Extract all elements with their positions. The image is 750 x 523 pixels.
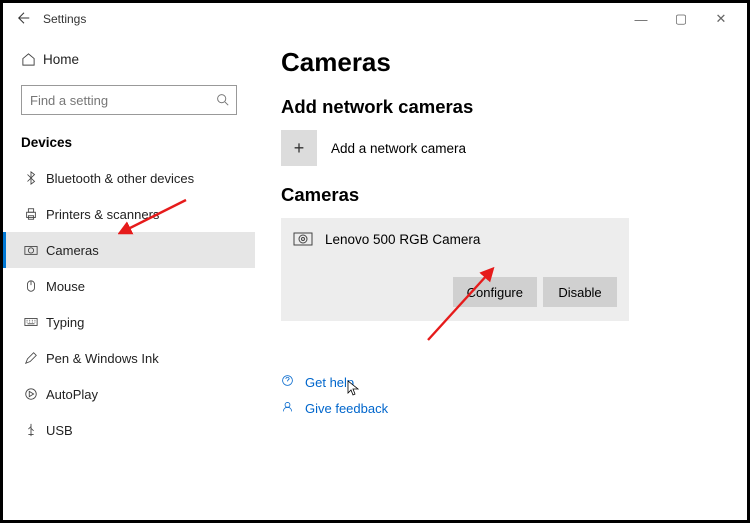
pen-icon (24, 351, 46, 365)
sidebar-item-label: USB (46, 423, 73, 438)
sidebar-item-typing[interactable]: Typing (3, 304, 255, 340)
printer-icon (24, 207, 46, 221)
add-network-camera[interactable]: + Add a network camera (281, 130, 747, 166)
close-button[interactable]: ✕ (701, 11, 741, 27)
sidebar-item-usb[interactable]: USB (3, 412, 255, 448)
window-title: Settings (43, 12, 621, 26)
sidebar-item-bluetooth[interactable]: Bluetooth & other devices (3, 160, 255, 196)
sidebar-item-mouse[interactable]: Mouse (3, 268, 255, 304)
add-cameras-heading: Add network cameras (281, 96, 747, 118)
back-button[interactable] (9, 11, 39, 28)
titlebar: Settings — ▢ ✕ (3, 3, 747, 35)
sidebar-item-label: Printers & scanners (46, 207, 159, 222)
mouse-icon (24, 279, 46, 293)
sidebar-home[interactable]: Home (3, 41, 255, 77)
help-icon (281, 374, 295, 390)
search-icon (216, 93, 229, 111)
maximize-button[interactable]: ▢ (661, 11, 701, 27)
search-input[interactable] (21, 85, 237, 115)
disable-button[interactable]: Disable (543, 277, 617, 307)
camera-card[interactable]: Lenovo 500 RGB Camera Configure Disable (281, 218, 629, 321)
give-feedback-label[interactable]: Give feedback (305, 401, 388, 416)
usb-icon (24, 423, 46, 437)
bluetooth-icon (24, 171, 46, 185)
cursor-icon (347, 380, 359, 399)
search-field[interactable] (21, 85, 237, 115)
sidebar-item-label: Pen & Windows Ink (46, 351, 159, 366)
minimize-button[interactable]: — (621, 12, 661, 27)
sidebar: Home Devices Bluetooth & other devices P… (3, 35, 255, 520)
sidebar-item-label: Mouse (46, 279, 85, 294)
sidebar-home-label: Home (43, 52, 79, 67)
sidebar-item-cameras[interactable]: Cameras (3, 232, 255, 268)
add-camera-label: Add a network camera (331, 141, 466, 156)
sidebar-item-label: Bluetooth & other devices (46, 171, 194, 186)
page-title: Cameras (281, 47, 747, 78)
plus-icon: + (281, 130, 317, 166)
configure-button[interactable]: Configure (453, 277, 537, 307)
camera-device-icon (293, 230, 313, 249)
camera-name: Lenovo 500 RGB Camera (325, 232, 480, 247)
sidebar-item-label: Typing (46, 315, 84, 330)
sidebar-item-label: AutoPlay (46, 387, 98, 402)
arrow-left-icon (17, 11, 31, 25)
sidebar-category: Devices (3, 131, 255, 160)
home-icon (21, 52, 43, 67)
feedback-icon (281, 400, 295, 416)
sidebar-item-printers[interactable]: Printers & scanners (3, 196, 255, 232)
autoplay-icon (24, 387, 46, 401)
main-content: Cameras Add network cameras + Add a netw… (255, 35, 747, 520)
camera-icon (24, 243, 46, 257)
sidebar-item-pen[interactable]: Pen & Windows Ink (3, 340, 255, 376)
sidebar-item-label: Cameras (46, 243, 99, 258)
cameras-heading: Cameras (281, 184, 747, 206)
sidebar-item-autoplay[interactable]: AutoPlay (3, 376, 255, 412)
keyboard-icon (24, 315, 46, 329)
